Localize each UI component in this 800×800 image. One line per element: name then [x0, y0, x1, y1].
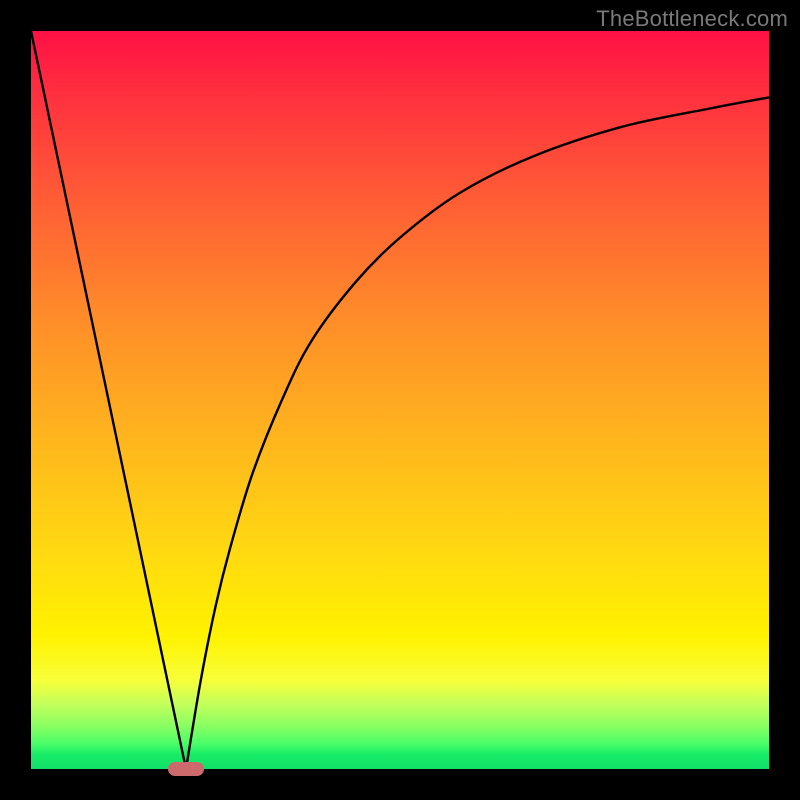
watermark-text: TheBottleneck.com	[596, 6, 788, 32]
bottleneck-curve	[31, 31, 769, 769]
minimum-marker	[168, 762, 204, 776]
chart-frame: TheBottleneck.com	[0, 0, 800, 800]
curve-svg	[31, 31, 769, 769]
plot-area	[31, 31, 769, 769]
